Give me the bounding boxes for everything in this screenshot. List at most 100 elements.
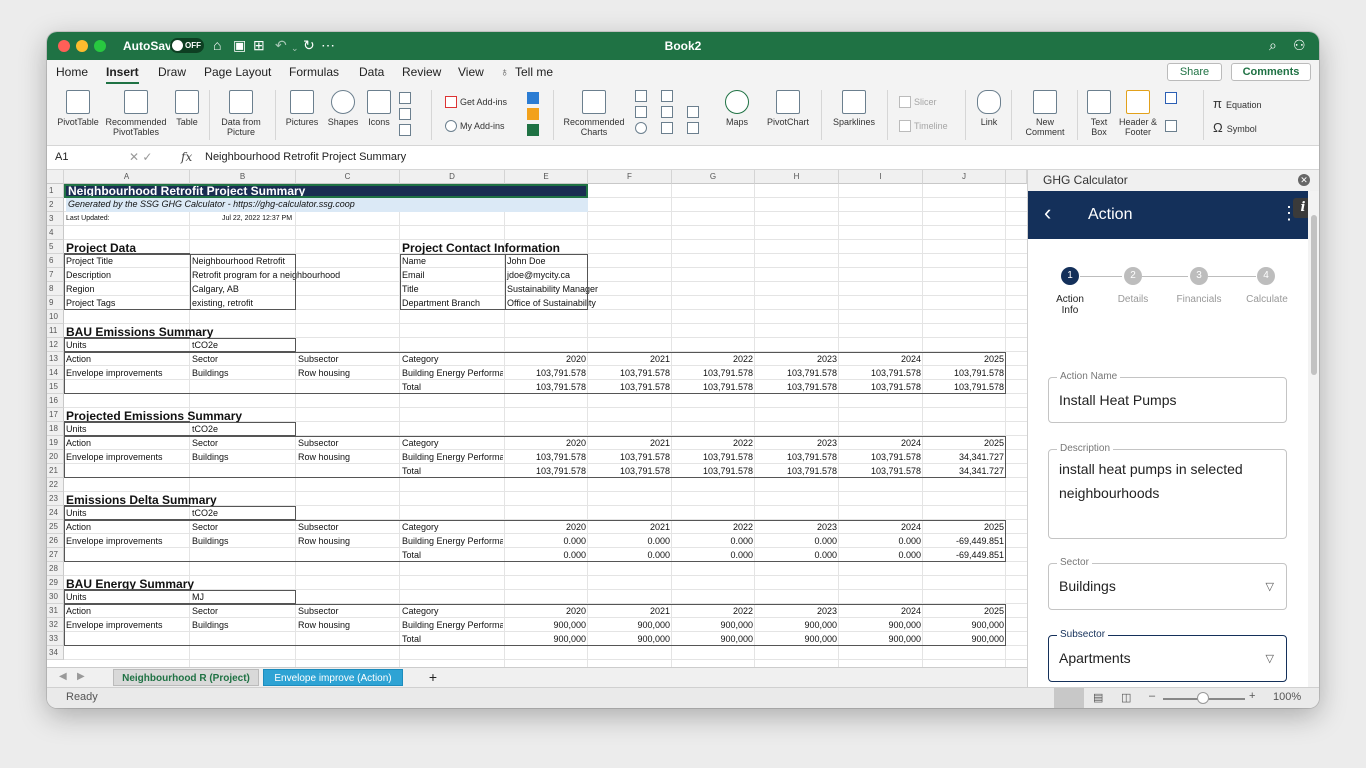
- row-header[interactable]: 25: [47, 520, 64, 534]
- row-header[interactable]: 14: [47, 366, 64, 380]
- hierarchy-chart-button[interactable]: [661, 90, 676, 102]
- column-header[interactable]: H: [755, 170, 839, 184]
- sector-select[interactable]: Sector Buildings ▽: [1048, 557, 1287, 610]
- formula-input[interactable]: Neighbourhood Retrofit Project Summary: [205, 151, 406, 163]
- row-header[interactable]: 1: [47, 184, 64, 198]
- row-header[interactable]: 17: [47, 408, 64, 422]
- sparklines-button[interactable]: Sparklines: [829, 90, 879, 127]
- row-header[interactable]: 3: [47, 212, 64, 226]
- row-header[interactable]: 20: [47, 450, 64, 464]
- action-name-field[interactable]: Action Name Install Heat Pumps: [1048, 371, 1287, 423]
- row-header[interactable]: 10: [47, 310, 64, 324]
- column-chart-button[interactable]: [635, 90, 650, 102]
- column-header[interactable]: C: [296, 170, 400, 184]
- recommended-pivot-button[interactable]: Recommended PivotTables: [103, 90, 169, 137]
- slicer-button[interactable]: Slicer: [899, 96, 937, 108]
- row-header[interactable]: 16: [47, 394, 64, 408]
- tab-insert[interactable]: Insert: [106, 65, 139, 84]
- column-header[interactable]: A: [64, 170, 190, 184]
- pivot-chart-button[interactable]: PivotChart: [763, 90, 813, 127]
- zoom-in-icon[interactable]: +: [1249, 690, 1255, 702]
- column-header[interactable]: B: [190, 170, 296, 184]
- smartart-button[interactable]: [399, 108, 414, 120]
- next-sheet-icon[interactable]: ▶: [77, 671, 85, 682]
- collaborate-icon[interactable]: ⚇: [1293, 37, 1306, 53]
- generated-note[interactable]: Generated by the SSG GHG Calculator - ht…: [66, 198, 588, 212]
- step-4[interactable]: 4: [1257, 267, 1275, 285]
- pie-chart-button[interactable]: [635, 122, 650, 134]
- tell-me-search[interactable]: Tell me: [515, 65, 553, 79]
- zoom-out-icon[interactable]: –: [1149, 690, 1155, 702]
- icons-button[interactable]: Icons: [365, 90, 393, 127]
- step-1[interactable]: 1: [1061, 267, 1079, 285]
- bing-maps-button[interactable]: [527, 92, 542, 104]
- last-updated-label[interactable]: Last Updated:: [66, 213, 110, 225]
- sheet-tab-project[interactable]: Neighbourhood R (Project): [113, 669, 259, 686]
- page-layout-view-icon[interactable]: ▤: [1093, 691, 1103, 704]
- row-header[interactable]: 15: [47, 380, 64, 394]
- data-from-picture-button[interactable]: Data from Picture: [217, 90, 265, 137]
- row-header[interactable]: 26: [47, 534, 64, 548]
- row-header[interactable]: 9: [47, 296, 64, 310]
- pane-scroll-thumb[interactable]: [1311, 215, 1317, 375]
- step-2[interactable]: 2: [1124, 267, 1142, 285]
- row-header[interactable]: 22: [47, 478, 64, 492]
- row-header[interactable]: 28: [47, 562, 64, 576]
- zoom-slider-thumb[interactable]: [1197, 692, 1209, 704]
- row-header[interactable]: 19: [47, 436, 64, 450]
- tab-data[interactable]: Data: [359, 65, 384, 79]
- pictures-button[interactable]: Pictures: [283, 90, 321, 127]
- column-header[interactable]: J: [923, 170, 1006, 184]
- row-header[interactable]: 27: [47, 548, 64, 562]
- timeline-button[interactable]: Timeline: [899, 120, 948, 132]
- row-header[interactable]: 5: [47, 240, 64, 254]
- screenshot-button[interactable]: [399, 124, 414, 136]
- last-updated-value[interactable]: Jul 22, 2022 12:37 PM: [222, 213, 292, 225]
- wordart-button[interactable]: [1165, 92, 1180, 104]
- row-header[interactable]: 31: [47, 604, 64, 618]
- maps-button[interactable]: Maps: [723, 90, 751, 127]
- sheet-tab-action[interactable]: Envelope improve (Action): [263, 669, 403, 686]
- add-sheet-button[interactable]: +: [413, 669, 453, 686]
- page-break-view-icon[interactable]: ◫: [1121, 691, 1131, 704]
- back-arrow-icon[interactable]: ‹: [1044, 202, 1051, 224]
- tab-view[interactable]: View: [458, 65, 484, 79]
- combo-chart-button[interactable]: [687, 122, 702, 134]
- row-header[interactable]: 8: [47, 282, 64, 296]
- row-header[interactable]: 32: [47, 618, 64, 632]
- tab-draw[interactable]: Draw: [158, 65, 186, 79]
- comments-button[interactable]: Comments: [1231, 63, 1311, 81]
- subsector-select[interactable]: Subsector Apartments ▽: [1048, 629, 1287, 682]
- column-header[interactable]: [1006, 170, 1027, 184]
- header-footer-button[interactable]: Header & Footer: [1117, 90, 1159, 137]
- bar-chart-button[interactable]: [661, 106, 676, 118]
- tab-review[interactable]: Review: [402, 65, 441, 79]
- step-3[interactable]: 3: [1190, 267, 1208, 285]
- text-box-button[interactable]: Text Box: [1085, 90, 1113, 137]
- name-box[interactable]: A1: [55, 151, 115, 163]
- row-header[interactable]: 33: [47, 632, 64, 646]
- row-header[interactable]: 7: [47, 268, 64, 282]
- column-header[interactable]: D: [400, 170, 505, 184]
- spreadsheet-grid[interactable]: A B C D E F G H I J 1 2 3 4 5 6 7 8 9 10 11 12 13 14 15 16 17 18 19 2…: [47, 170, 1027, 667]
- shapes-button[interactable]: Shapes: [325, 90, 361, 127]
- signature-button[interactable]: [1165, 120, 1180, 132]
- table-button[interactable]: Table: [173, 90, 201, 127]
- tab-formulas[interactable]: Formulas: [289, 65, 339, 79]
- link-button[interactable]: Link: [975, 90, 1003, 127]
- symbol-button[interactable]: Ω Symbol: [1213, 120, 1257, 135]
- row-header[interactable]: 4: [47, 226, 64, 240]
- search-icon[interactable]: ⌕: [1269, 37, 1277, 53]
- column-header[interactable]: I: [839, 170, 923, 184]
- share-button[interactable]: Share: [1167, 63, 1222, 81]
- column-header[interactable]: E: [505, 170, 588, 184]
- row-header[interactable]: 2: [47, 198, 64, 212]
- get-addins-button[interactable]: Get Add-ins: [445, 96, 507, 108]
- row-header[interactable]: 12: [47, 338, 64, 352]
- row-header[interactable]: 34: [47, 646, 64, 660]
- function-icon[interactable]: fx: [181, 150, 192, 164]
- description-field[interactable]: Description install heat pumps in select…: [1048, 443, 1287, 539]
- pivot-table-button[interactable]: PivotTable: [55, 90, 101, 127]
- waterfall-chart-button[interactable]: [687, 106, 702, 118]
- close-pane-icon[interactable]: ✕: [1298, 174, 1310, 186]
